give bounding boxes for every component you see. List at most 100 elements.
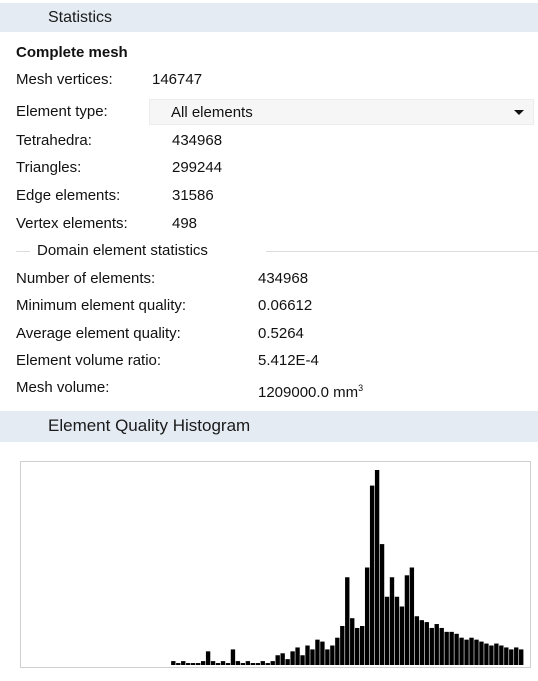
element-type-label: Element type: — [16, 103, 108, 120]
histogram-bar — [325, 649, 330, 665]
histogram-bar — [469, 637, 474, 665]
histogram-bar — [399, 606, 405, 665]
histogram-bar — [444, 631, 449, 665]
histogram-bar — [250, 663, 256, 665]
mesh-vertices-label: Mesh vertices: — [16, 71, 113, 88]
histogram-bar — [171, 661, 176, 665]
histogram-bar — [265, 663, 270, 665]
volume-ratio-value: 5.412E-4 — [258, 352, 319, 369]
histogram-bar — [240, 663, 246, 665]
histogram-bar — [479, 641, 484, 665]
element-type-value: All elements — [171, 104, 253, 121]
histogram-bar — [335, 637, 340, 665]
histogram-bar — [474, 639, 479, 665]
histogram-bar — [394, 596, 400, 665]
histogram-bar — [424, 622, 429, 665]
statistics-title: Statistics — [48, 9, 113, 26]
min-quality-value: 0.06612 — [258, 297, 313, 314]
histogram-bar — [439, 627, 444, 665]
histogram-bar — [285, 659, 290, 665]
histogram-bar — [404, 575, 410, 665]
histogram-bar — [434, 624, 439, 665]
histogram-bar — [255, 663, 260, 665]
histogram-bar — [494, 643, 499, 665]
histogram-bar — [414, 616, 420, 665]
histogram-bar — [195, 663, 201, 665]
histogram-bar — [305, 645, 310, 665]
histogram-bar — [230, 649, 236, 665]
avg-quality-label: Average element quality: — [16, 325, 181, 342]
histogram-bar — [504, 647, 509, 665]
histogram-bar — [384, 596, 390, 665]
vertex-elements-label: Vertex elements: — [16, 215, 128, 232]
histogram-chart — [171, 470, 524, 665]
triangles-value: 299244 — [172, 159, 223, 176]
histogram-bar — [374, 470, 380, 665]
edge-elements-value: 31586 — [172, 187, 214, 204]
complete-mesh-title: Complete mesh — [16, 44, 128, 61]
histogram-bar — [310, 649, 315, 665]
volume-ratio-label: Element volume ratio: — [16, 352, 162, 369]
histogram-bar — [419, 620, 424, 665]
histogram-bar — [509, 649, 514, 665]
histogram-bar — [191, 663, 196, 665]
histogram-plot — [20, 461, 531, 668]
histogram-bar — [389, 577, 395, 665]
histogram-bar — [345, 577, 350, 665]
histogram-bar — [245, 661, 251, 665]
histogram-bar — [459, 637, 464, 665]
histogram-bar — [359, 626, 365, 665]
histogram-bar — [205, 651, 211, 665]
histogram-bar — [330, 645, 335, 665]
histogram-bar — [225, 663, 231, 665]
histogram-bar — [350, 618, 355, 665]
histogram-bar — [235, 661, 241, 665]
histogram-bar — [340, 626, 345, 665]
histogram-bar — [355, 627, 360, 665]
histogram-bar — [489, 645, 494, 665]
mesh-vertices-value: 146747 — [152, 71, 203, 88]
mesh-volume-label: Mesh volume: — [16, 379, 110, 396]
histogram-bar — [364, 567, 370, 665]
statistics-header[interactable]: Statistics — [0, 3, 538, 32]
mesh-volume-value: 1209000.0 mm3 — [258, 383, 364, 401]
group-divider-left — [16, 251, 30, 252]
histogram-bar — [519, 649, 524, 665]
histogram-bar — [181, 661, 186, 665]
element-type-select[interactable]: All elements — [149, 99, 534, 125]
histogram-bar — [295, 647, 300, 665]
histogram-bar — [186, 663, 191, 665]
histogram-bar — [210, 661, 216, 665]
histogram-bar — [280, 653, 285, 665]
histogram-bar — [315, 639, 320, 665]
histogram-bar — [409, 567, 415, 665]
histogram-bar — [514, 647, 519, 665]
group-divider-right — [266, 251, 538, 252]
histogram-bar — [200, 661, 206, 665]
histogram-bar — [369, 485, 375, 665]
histogram-bar — [320, 641, 325, 665]
domain-stats-title: Domain element statistics — [37, 242, 208, 259]
histogram-bar — [215, 663, 221, 665]
tetrahedra-label: Tetrahedra: — [16, 132, 92, 149]
histogram-bar — [449, 631, 454, 665]
histogram-bar — [220, 661, 226, 665]
chevron-down-icon[interactable] — [514, 110, 524, 115]
histogram-bar — [379, 544, 385, 665]
min-quality-label: Minimum element quality: — [16, 297, 187, 314]
histogram-bar — [260, 661, 265, 665]
histogram-bar — [270, 661, 275, 665]
histogram-title: Element Quality Histogram — [48, 416, 251, 435]
tetrahedra-value: 434968 — [172, 132, 223, 149]
vertex-elements-value: 498 — [172, 215, 198, 232]
triangles-label: Triangles: — [16, 159, 82, 176]
histogram-bar — [464, 639, 469, 665]
histogram-header[interactable]: Element Quality Histogram — [0, 411, 538, 442]
edge-elements-label: Edge elements: — [16, 187, 121, 204]
histogram-bar — [300, 655, 305, 665]
histogram-bar — [275, 655, 280, 665]
number-of-elements-value: 434968 — [258, 270, 309, 287]
histogram-bar — [290, 651, 295, 665]
histogram-bar — [484, 643, 489, 665]
number-of-elements-label: Number of elements: — [16, 270, 156, 287]
